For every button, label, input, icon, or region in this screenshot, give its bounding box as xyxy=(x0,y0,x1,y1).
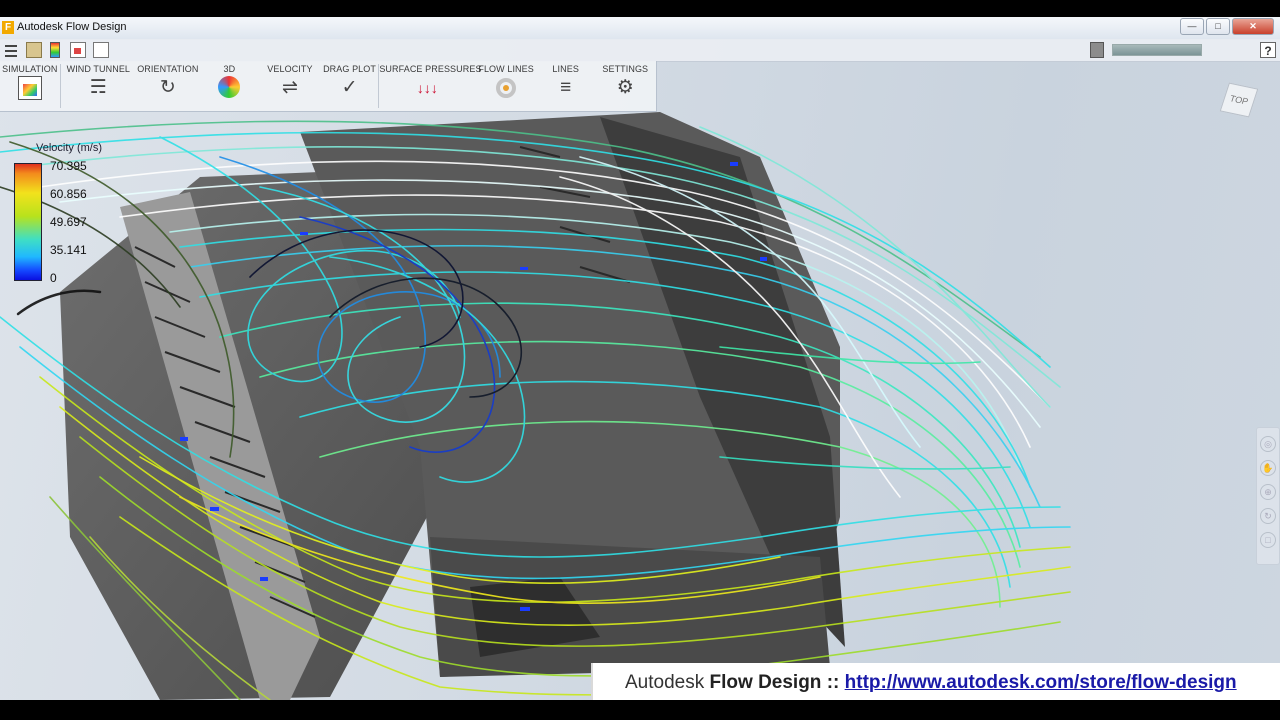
quick-access-bar: ? xyxy=(0,39,1280,62)
legend-tick: 35.141 xyxy=(50,243,87,257)
pan-icon[interactable]: ✋ xyxy=(1260,460,1276,476)
app-logo-icon: F xyxy=(2,21,14,34)
simulation-icon xyxy=(17,76,42,100)
video-letterbox-top xyxy=(0,0,1280,17)
steering-wheel-icon[interactable]: ◎ xyxy=(1260,436,1276,452)
velocity-label: VELOCITY xyxy=(267,64,313,74)
legend-color-scale xyxy=(14,163,42,281)
legend-tick: 49.697 xyxy=(50,215,87,229)
3d-tool[interactable]: 3D xyxy=(200,61,260,111)
new-window-icon[interactable] xyxy=(93,42,109,58)
drag-plot-tool[interactable]: DRAG PLOT ✓ xyxy=(321,61,379,111)
drag-plot-label: DRAG PLOT xyxy=(323,64,376,74)
minimize-button[interactable]: — xyxy=(1180,18,1204,35)
3d-label: 3D xyxy=(223,64,236,74)
lines-icon: ≡ xyxy=(560,77,572,98)
fit-view-icon[interactable]: □ xyxy=(1260,532,1276,548)
navigation-bar: ◎ ✋ ⊕ ↻ □ xyxy=(1256,427,1280,565)
lines-label: LINES xyxy=(552,64,579,74)
window-titlebar[interactable]: F Autodesk Flow Design — □ ✕ xyxy=(0,17,1280,40)
drag-plot-icon: ✓ xyxy=(341,77,358,98)
help-button[interactable]: ? xyxy=(1260,42,1276,58)
flow-lines-label: FLOW LINES xyxy=(478,64,534,74)
simulation-label: SIMULATION xyxy=(2,64,58,74)
user-account-icon[interactable] xyxy=(1090,42,1104,58)
legend-title: Velocity (m/s) xyxy=(36,142,103,154)
simulation-tool[interactable]: SIMULATION xyxy=(0,61,60,111)
legend-tick: 60.856 xyxy=(50,187,87,201)
viewcube[interactable]: TOP xyxy=(1218,79,1264,125)
legend-tick: 0 xyxy=(50,271,57,285)
orientation-label: ORIENTATION xyxy=(137,64,199,74)
rotate-icon: ↻ xyxy=(159,77,176,98)
velocity-icon: ⇌ xyxy=(281,77,298,98)
watermark-text: Autodesk Flow Design :: http://www.autod… xyxy=(625,672,1237,694)
lines-tool[interactable]: LINES ≡ xyxy=(537,61,595,111)
surface-pressures-label: SURFACE PRESSURES xyxy=(379,64,482,74)
velocity-tool[interactable]: VELOCITY ⇌ xyxy=(259,61,321,111)
window-title: Autodesk Flow Design xyxy=(17,21,127,33)
surface-pressures-icon: ↓↓↓ xyxy=(416,80,438,96)
settings-label: SETTINGS xyxy=(602,64,649,74)
wind-tunnel-tool[interactable]: WIND TUNNEL ☴ xyxy=(61,61,136,111)
close-button[interactable]: ✕ xyxy=(1232,18,1274,35)
simulation-progress-bar xyxy=(1112,44,1202,56)
watermark-separator: :: xyxy=(826,672,840,693)
watermark-link[interactable]: http://www.autodesk.com/store/flow-desig… xyxy=(845,672,1237,693)
legend-tick: 70.395 xyxy=(50,159,87,173)
tool-ribbon: SIMULATION WIND TUNNEL ☴ ORIENTATION ↻ 3… xyxy=(0,61,657,112)
wind-tunnel-icon: ☴ xyxy=(89,77,107,98)
color-palette-icon[interactable] xyxy=(50,42,60,58)
maximize-button[interactable]: □ xyxy=(1206,18,1230,35)
flow-lines-tool[interactable]: FLOW LINES xyxy=(475,61,537,111)
video-letterbox-bottom xyxy=(0,700,1280,720)
zoom-icon[interactable]: ⊕ xyxy=(1260,484,1276,500)
watermark-prefix: Autodesk xyxy=(625,672,705,693)
orbit-icon[interactable]: ↻ xyxy=(1260,508,1276,524)
simulation-viewport[interactable] xyxy=(0,17,1280,700)
watermark-product: Flow Design xyxy=(709,672,822,693)
orientation-tool[interactable]: ORIENTATION ↻ xyxy=(136,61,200,111)
settings-tool[interactable]: SETTINGS ⚙ xyxy=(594,61,656,111)
screenshot-icon[interactable] xyxy=(70,42,86,58)
viewcube-face[interactable]: TOP xyxy=(1219,82,1259,118)
menu-icon[interactable] xyxy=(3,42,19,58)
watermark-banner: Autodesk Flow Design :: http://www.autod… xyxy=(591,663,1280,700)
window-controls: — □ ✕ xyxy=(1180,18,1274,35)
settings-icon: ⚙ xyxy=(616,77,634,98)
app-window: F Autodesk Flow Design — □ ✕ ? SIMULATIO… xyxy=(0,17,1280,700)
wind-tunnel-label: WIND TUNNEL xyxy=(66,64,131,74)
flow-lines-icon xyxy=(496,78,517,98)
flow-visualization xyxy=(0,112,1071,700)
progress-fill xyxy=(1113,45,1201,55)
3d-sphere-icon xyxy=(218,76,241,98)
surface-pressures-tool[interactable]: SURFACE PRESSURES ↓↓↓ xyxy=(379,61,482,111)
open-file-icon[interactable] xyxy=(26,42,42,58)
